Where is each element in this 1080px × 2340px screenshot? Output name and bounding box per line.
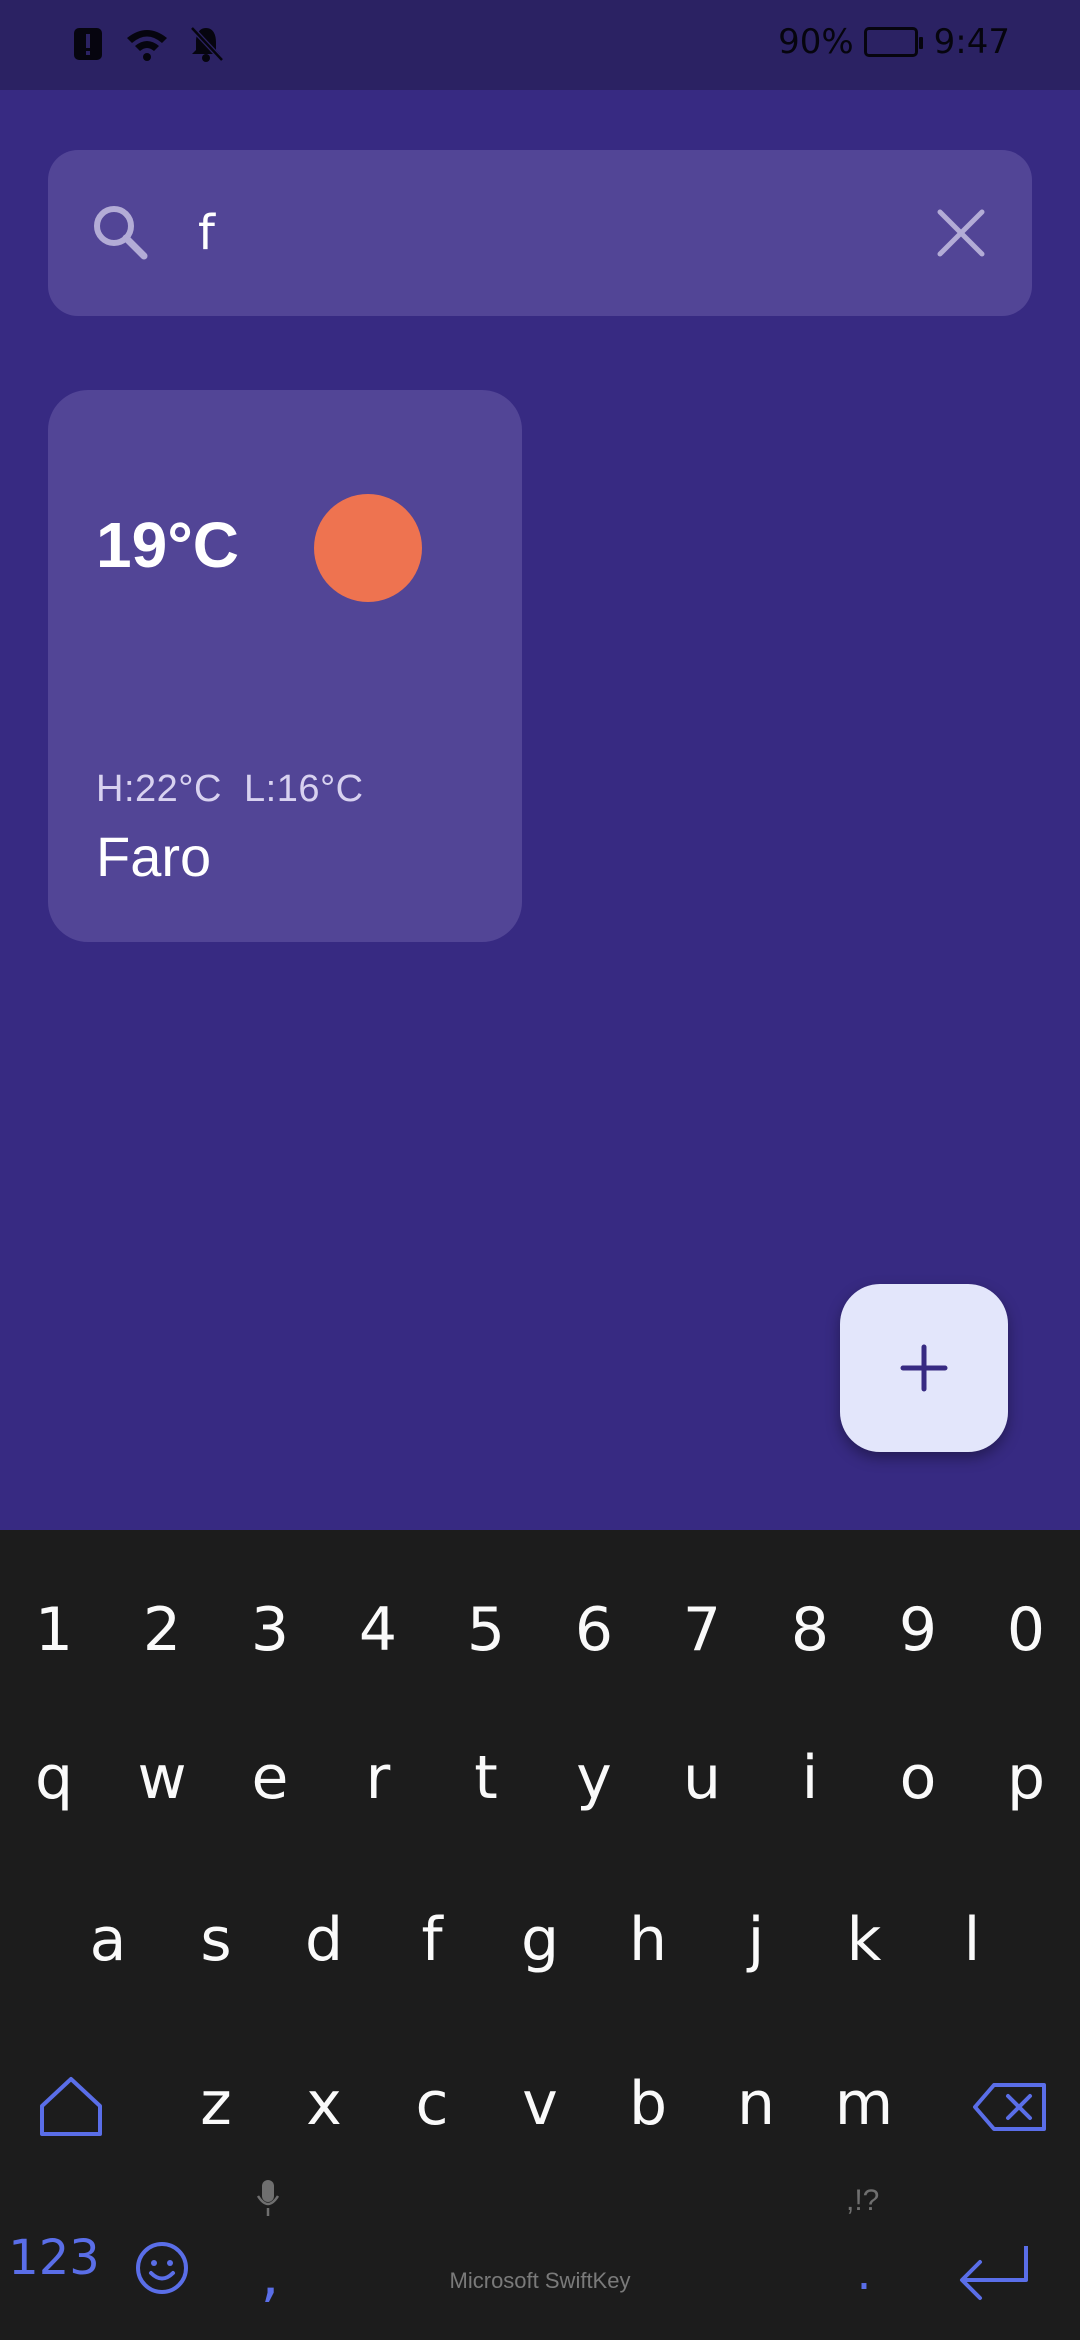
clock: 9:47 <box>933 22 1010 62</box>
key-1[interactable]: 1 <box>0 1570 108 1690</box>
key-y[interactable]: y <box>540 1718 648 1838</box>
key-6[interactable]: 6 <box>540 1570 648 1690</box>
keyboard-row-numbers: 1234567890 <box>0 1570 1080 1690</box>
key-9[interactable]: 9 <box>864 1570 972 1690</box>
keyboard-row-bottom: zxcvbnm <box>0 2044 1080 2164</box>
shift-key-icon[interactable] <box>36 2074 106 2140</box>
search-icon <box>94 206 148 260</box>
key-u[interactable]: u <box>648 1718 756 1838</box>
sun-icon <box>314 494 422 602</box>
backspace-key-icon[interactable] <box>972 2082 1048 2132</box>
key-3[interactable]: 3 <box>216 1570 324 1690</box>
symbols-key[interactable]: 123 <box>0 2198 108 2318</box>
key-k[interactable]: k <box>810 1880 918 2000</box>
key-2[interactable]: 2 <box>108 1570 216 1690</box>
key-x[interactable]: x <box>270 2044 378 2164</box>
key-n[interactable]: n <box>702 2044 810 2164</box>
key-e[interactable]: e <box>216 1718 324 1838</box>
status-right: 90% 9:47 <box>778 22 1010 62</box>
punctuation-hint: ,!? <box>846 2184 880 2217</box>
key-7[interactable]: 7 <box>648 1570 756 1690</box>
current-temperature: 19°C <box>96 509 239 581</box>
weather-card[interactable]: 19°C H:22°C L:16°C Faro <box>48 390 522 942</box>
key-b[interactable]: b <box>594 2044 702 2164</box>
high-low-temperature: H:22°C L:16°C <box>96 768 364 810</box>
key-v[interactable]: v <box>486 2044 594 2164</box>
search-input[interactable] <box>198 190 898 276</box>
status-left <box>70 24 224 64</box>
key-0[interactable]: 0 <box>972 1570 1080 1690</box>
key-t[interactable]: t <box>432 1718 540 1838</box>
keyboard-row-middle: asdfghjkl <box>0 1880 1080 2000</box>
key-h[interactable]: h <box>594 1880 702 2000</box>
key-q[interactable]: q <box>0 1718 108 1838</box>
key-5[interactable]: 5 <box>432 1570 540 1690</box>
city-name: Faro <box>96 825 212 888</box>
keyboard-row-top: qwertyuiop <box>0 1718 1080 1838</box>
key-s[interactable]: s <box>162 1880 270 2000</box>
key-i[interactable]: i <box>756 1718 864 1838</box>
key-o[interactable]: o <box>864 1718 972 1838</box>
key-l[interactable]: l <box>918 1880 1026 2000</box>
add-location-button[interactable] <box>840 1284 1008 1452</box>
keyboard: 1234567890 qwertyuiop asdfghjkl zxcvbnm … <box>0 1530 1080 2340</box>
close-icon[interactable] <box>934 206 988 260</box>
battery-charging-icon <box>863 27 923 57</box>
plus-icon <box>900 1344 948 1392</box>
search-bar[interactable] <box>48 150 1032 316</box>
key-f[interactable]: f <box>378 1880 486 2000</box>
key-z[interactable]: z <box>162 2044 270 2164</box>
battery-percent: 90% <box>778 22 854 62</box>
key-j[interactable]: j <box>702 1880 810 2000</box>
key-4[interactable]: 4 <box>324 1570 432 1690</box>
key-a[interactable]: a <box>54 1880 162 2000</box>
status-bar: 90% 9:47 <box>0 0 1080 90</box>
wifi-icon <box>127 30 167 61</box>
mic-icon <box>256 2180 280 2216</box>
key-8[interactable]: 8 <box>756 1570 864 1690</box>
key-w[interactable]: w <box>108 1718 216 1838</box>
alert-icon <box>74 28 102 60</box>
key-r[interactable]: r <box>324 1718 432 1838</box>
key-g[interactable]: g <box>486 1880 594 2000</box>
keyboard-brand: Microsoft SwiftKey <box>449 2268 631 2293</box>
notifications-off-icon <box>190 26 224 62</box>
key-m[interactable]: m <box>810 2044 918 2164</box>
key-c[interactable]: c <box>378 2044 486 2164</box>
key-d[interactable]: d <box>270 1880 378 2000</box>
key-p[interactable]: p <box>972 1718 1080 1838</box>
